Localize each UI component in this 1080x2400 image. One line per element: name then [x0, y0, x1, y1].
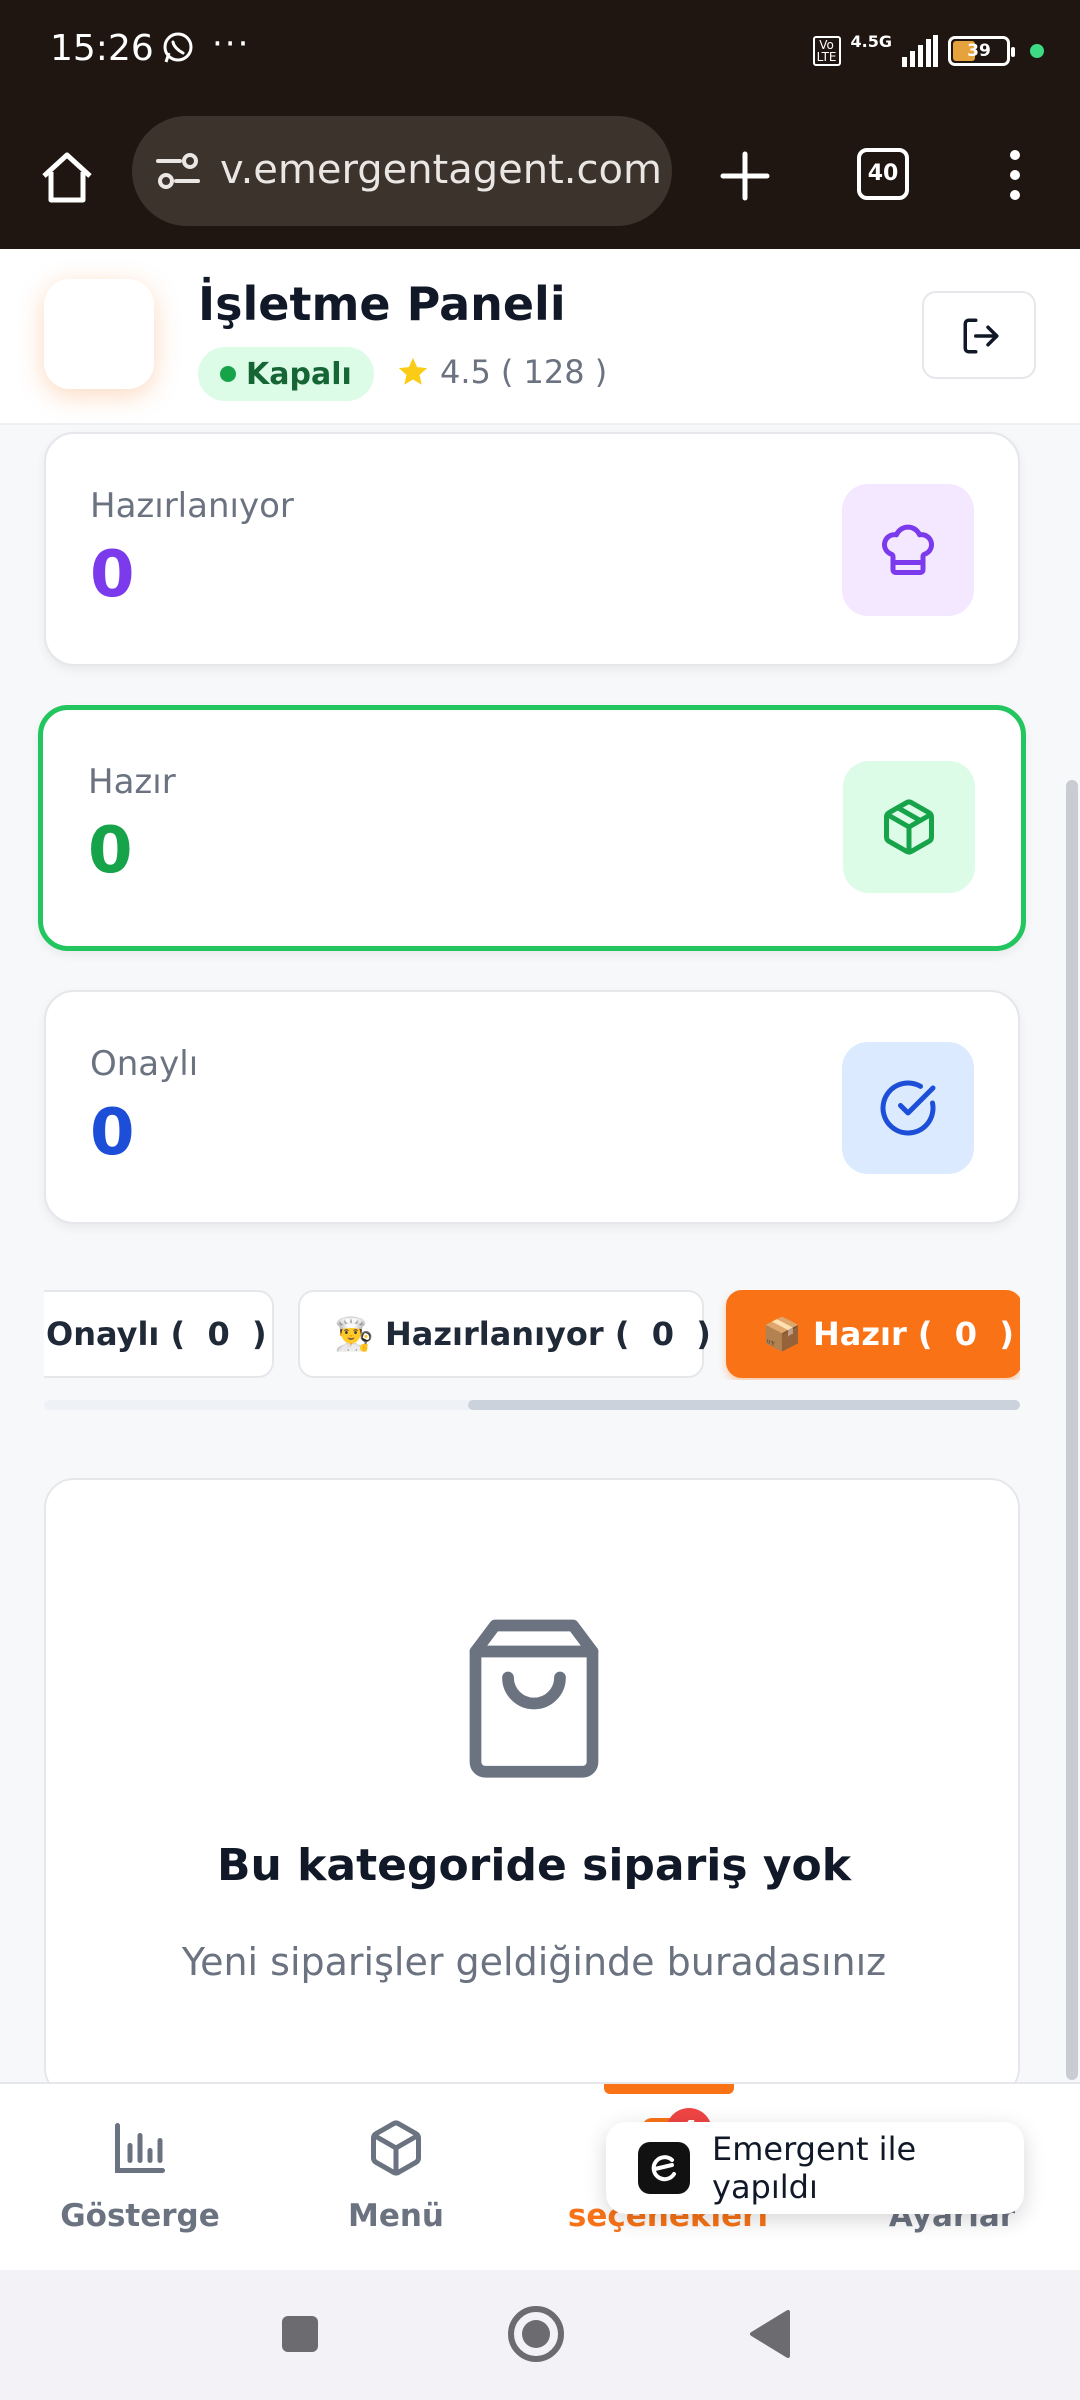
- url-text[interactable]: v.emergentagent.com: [220, 147, 660, 193]
- toast-text: Emergent ile yapıldı: [712, 2130, 917, 2206]
- back-icon[interactable]: [748, 2308, 792, 2360]
- nav-label: Menü: [347, 2198, 444, 2234]
- order-filter-tabs: Onaylı ( 0 ) 👨‍🍳 Hazırlanıyor ( 0 ) 📦 Ha…: [44, 1290, 1020, 1380]
- app-header: İşletme Paneli Kapalı 4.5 ( 128 ): [0, 249, 1080, 425]
- package-icon: [884, 799, 934, 855]
- tab-ready[interactable]: 📦 Hazır ( 0 ): [726, 1290, 1020, 1378]
- volte-indicator: Vo LTE: [812, 36, 841, 66]
- status-icons: Vo LTE 4.5G 39: [812, 26, 1044, 76]
- site-settings-icon[interactable]: [154, 149, 202, 193]
- home-icon[interactable]: [36, 146, 98, 208]
- page-title: İşletme Paneli: [198, 277, 566, 331]
- empty-state-title: Bu kategoride sipariş yok: [216, 1840, 852, 1891]
- stat-card-approved[interactable]: Onaylı 0: [44, 990, 1020, 1224]
- emergent-logo-icon: [638, 2142, 690, 2194]
- nav-label: Gösterge: [60, 2198, 220, 2234]
- stat-card-ready[interactable]: Hazır 0: [38, 705, 1026, 951]
- privacy-indicator-dot: [1030, 44, 1044, 58]
- address-bar[interactable]: v.emergentagent.com: [132, 116, 672, 226]
- status-badge: Kapalı: [198, 347, 374, 401]
- check-circle-icon: [880, 1080, 936, 1136]
- made-with-emergent-badge[interactable]: Emergent ile yapıldı: [606, 2122, 1024, 2214]
- stat-value: 0: [88, 814, 133, 888]
- recents-icon[interactable]: [280, 2314, 320, 2354]
- box-icon: [371, 2120, 421, 2176]
- shopping-bag-icon: [469, 1619, 599, 1778]
- stat-label: Hazır: [88, 762, 176, 802]
- tabs-scrollbar-thumb[interactable]: [468, 1400, 1020, 1410]
- battery-icon: 39: [948, 36, 1015, 66]
- android-navigation-bar: [0, 2270, 1080, 2400]
- rating-value: 4.5: [440, 353, 491, 391]
- stat-card-preparing[interactable]: Hazırlanıyor 0: [44, 432, 1020, 666]
- signal-icon: [902, 35, 938, 67]
- menu-icon[interactable]: [1000, 145, 1030, 205]
- nav-item-menu[interactable]: Menü: [286, 2084, 506, 2272]
- stat-value: 0: [90, 538, 135, 612]
- stat-label: Hazırlanıyor: [90, 486, 294, 526]
- status-time: 15:26: [50, 28, 154, 69]
- home-button-icon[interactable]: [506, 2304, 566, 2364]
- chef-hat-icon: [881, 524, 935, 575]
- stat-icon-box: [842, 1042, 974, 1174]
- page-scrollbar[interactable]: [1066, 780, 1078, 2080]
- nav-item-dashboard[interactable]: Gösterge: [30, 2084, 250, 2272]
- empty-state-subtitle: Yeni siparişler geldiğinde buradasınız: [181, 1940, 887, 1984]
- status-dot: [220, 366, 236, 382]
- network-type: 4.5G: [850, 31, 892, 51]
- logout-icon: [963, 318, 999, 354]
- stat-icon-box: [842, 484, 974, 616]
- browser-toolbar: v.emergentagent.com 40: [0, 103, 1080, 249]
- tab-preparing[interactable]: 👨‍🍳 Hazırlanıyor ( 0 ): [298, 1290, 711, 1378]
- whatsapp-icon: [163, 32, 193, 63]
- stat-label: Onaylı: [90, 1044, 199, 1084]
- rating: 4.5 ( 128 ): [396, 353, 607, 391]
- tab-approved[interactable]: Onaylı ( 0 ): [44, 1290, 274, 1378]
- tab-switcher-button[interactable]: 40: [857, 148, 909, 200]
- logout-button[interactable]: [922, 291, 1036, 379]
- stat-icon-box: [843, 761, 975, 893]
- status-bar: 15:26 ··· Vo LTE 4.5G 39: [0, 0, 1080, 103]
- star-icon: [398, 357, 428, 385]
- tabs-scrollbar[interactable]: [44, 1400, 1020, 1410]
- business-logo: [44, 279, 154, 389]
- new-tab-icon[interactable]: [715, 146, 775, 206]
- empty-state-card: Bu kategoride sipariş yok Yeni siparişle…: [44, 1478, 1020, 2098]
- battery-level: 39: [967, 41, 991, 61]
- stat-value: 0: [90, 1096, 135, 1170]
- more-notifications-indicator: ···: [212, 24, 251, 64]
- status-label: Kapalı: [246, 356, 352, 392]
- rating-count: ( 128 ): [500, 353, 608, 391]
- bar-chart-icon: [115, 2123, 165, 2173]
